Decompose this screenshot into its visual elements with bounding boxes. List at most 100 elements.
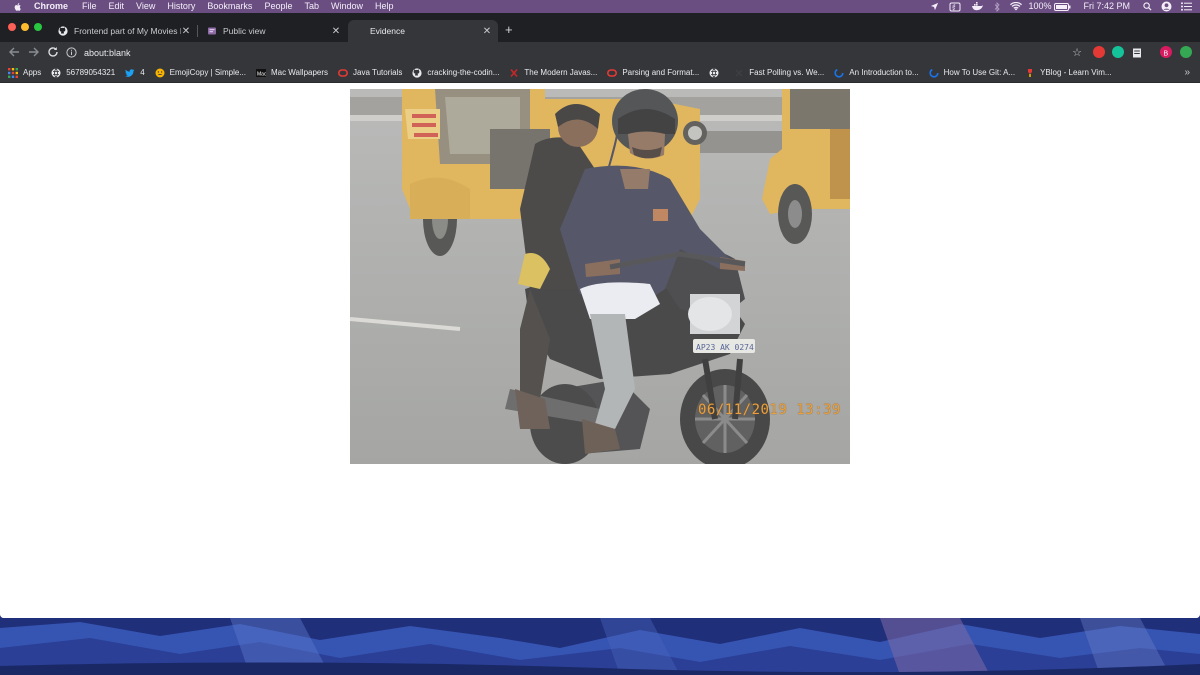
menubar-clock[interactable]: Fri 7:42 PM (1083, 0, 1130, 13)
menu-tab[interactable]: Tab (304, 0, 319, 13)
menu-window[interactable]: Window (331, 0, 363, 13)
spinner-icon (929, 67, 939, 78)
spotlight-search-icon[interactable] (1143, 2, 1152, 11)
bookmark-yblog[interactable]: YBlog - Learn Vim... (1025, 68, 1112, 78)
bookmark-twitter[interactable]: 4 (125, 68, 145, 78)
wifi-icon[interactable] (1010, 2, 1023, 11)
oracle-icon (607, 68, 618, 77)
menu-app-name[interactable]: Chrome (34, 0, 68, 13)
dot-icon (735, 69, 743, 76)
keyboard-input-icon[interactable]: ई (949, 2, 961, 12)
menu-bookmarks[interactable]: Bookmarks (207, 0, 252, 13)
bookmark-label: The Modern Javas... (524, 68, 598, 77)
info-icon[interactable] (66, 47, 77, 58)
github-icon (412, 67, 422, 78)
status-area: ई 100% Fri 7:42 PM (920, 0, 1200, 13)
bookmark-emojicopy[interactable]: EmojiCopy | Simple... (155, 68, 246, 78)
profile-avatar[interactable]: B (1160, 46, 1172, 58)
page-content: AP23 AK 0274 06/11/2019 13:39 (0, 84, 1200, 618)
bookmark-globe[interactable] (709, 67, 724, 78)
photo-timestamp: 06/11/2019 13:39 (698, 402, 841, 418)
user-account-icon[interactable] (1161, 1, 1172, 12)
github-icon (58, 26, 68, 36)
bookmark-label: EmojiCopy | Simple... (169, 68, 246, 77)
ybrand-icon (1028, 68, 1033, 77)
bluetooth-icon[interactable] (994, 1, 1001, 12)
bookmark-how-to-git[interactable]: How To Use Git: A... (929, 67, 1016, 78)
tab-public-view[interactable]: Public view ✕ (198, 20, 347, 42)
chrome-window: Frontend part of My Movies Data ✕ Public… (0, 13, 1200, 618)
evidence-photo: AP23 AK 0274 06/11/2019 13:39 (350, 89, 850, 464)
tab-frontend-movies[interactable]: Frontend part of My Movies Data ✕ (49, 20, 197, 42)
bookmark-label: cracking-the-codin... (427, 68, 500, 77)
extension-doc-icon[interactable] (1131, 46, 1143, 58)
location-arrow-icon[interactable] (930, 2, 939, 11)
extension-green-icon[interactable] (1180, 46, 1192, 58)
address-bar[interactable]: about:blank ☆ (66, 44, 1092, 61)
bookmark-java-tutorials[interactable]: Java Tutorials (338, 68, 402, 78)
bookmarks-overflow-button[interactable]: » (1184, 67, 1190, 78)
close-tab-icon[interactable]: ✕ (331, 26, 341, 37)
x-icon (510, 68, 519, 77)
bookmark-label: How To Use Git: A... (943, 68, 1016, 77)
bookmark-number[interactable]: 56789054321 (51, 67, 116, 78)
apps-grid-icon (8, 67, 18, 78)
globe-icon (51, 67, 61, 78)
menu-edit[interactable]: Edit (109, 0, 125, 13)
bookmark-label: Apps (23, 68, 42, 77)
menu-people[interactable]: People (264, 0, 292, 13)
desktop-wallpaper (0, 618, 1200, 675)
page-icon (208, 27, 216, 35)
macos-menubar: Chrome File Edit View History Bookmarks … (0, 0, 1200, 13)
svg-text:B: B (1164, 51, 1169, 58)
battery-icon[interactable] (1054, 2, 1071, 11)
twitter-icon (125, 68, 135, 77)
minimize-window-button[interactable] (21, 23, 29, 31)
bookmark-label: YBlog - Learn Vim... (1040, 68, 1112, 77)
extension-red-icon[interactable] (1093, 46, 1105, 58)
globe-icon (709, 67, 719, 78)
bookmark-introduction[interactable]: An Introduction to... (834, 67, 919, 78)
oracle-icon (338, 68, 349, 77)
zoom-window-button[interactable] (34, 23, 42, 31)
tab-title: Public view (223, 26, 266, 36)
notification-center-icon[interactable] (1181, 2, 1192, 11)
browser-toolbar: about:blank ☆ B (0, 42, 1200, 63)
docker-whale-icon[interactable] (971, 2, 984, 11)
bookmark-label: 4 (140, 68, 145, 77)
bookmark-label: Parsing and Format... (622, 68, 700, 77)
bookmark-parsing-format[interactable]: Parsing and Format... (607, 68, 699, 78)
reload-icon[interactable] (46, 45, 60, 59)
battery-percent: 100% (1028, 1, 1052, 11)
bookmark-fast-polling[interactable]: Fast Polling vs. We... (734, 68, 824, 78)
tab-strip: Frontend part of My Movies Data ✕ Public… (0, 13, 1200, 42)
new-tab-button[interactable]: + (505, 22, 513, 38)
close-window-button[interactable] (8, 23, 16, 31)
bookmark-mac-wallpapers[interactable]: Mac Mac Wallpapers (255, 68, 329, 78)
menu-help[interactable]: Help (375, 0, 394, 13)
back-arrow-icon[interactable] (7, 45, 21, 59)
apple-icon[interactable] (12, 2, 24, 12)
close-tab-icon[interactable]: ✕ (482, 26, 492, 37)
forward-arrow-icon[interactable] (27, 45, 41, 59)
bookmark-star-icon[interactable]: ☆ (1072, 46, 1082, 59)
menu-history[interactable]: History (167, 0, 195, 13)
bookmark-label: 56789054321 (66, 68, 116, 77)
close-tab-icon[interactable]: ✕ (181, 26, 191, 37)
menu-view[interactable]: View (136, 0, 155, 13)
emoji-icon (155, 68, 165, 77)
bookmark-label: Mac Wallpapers (270, 68, 329, 77)
svg-text:ई: ई (953, 3, 957, 11)
grammarly-icon[interactable] (1112, 46, 1124, 58)
address-url[interactable]: about:blank (84, 48, 131, 58)
tab-evidence[interactable]: Evidence ✕ (348, 20, 498, 42)
bookmark-label: Java Tutorials (353, 68, 403, 77)
bookmark-modern-javascript[interactable]: The Modern Javas... (509, 68, 597, 78)
menu-file[interactable]: File (82, 0, 97, 13)
bookmark-label: An Introduction to... (849, 68, 919, 77)
bookmark-apps[interactable]: Apps (8, 67, 42, 78)
svg-text:Mac: Mac (257, 71, 266, 77)
tab-title: Evidence (370, 26, 405, 36)
bookmark-cracking-coding[interactable]: cracking-the-codin... (412, 67, 500, 78)
tab-title: Frontend part of My Movies Data (74, 26, 181, 36)
